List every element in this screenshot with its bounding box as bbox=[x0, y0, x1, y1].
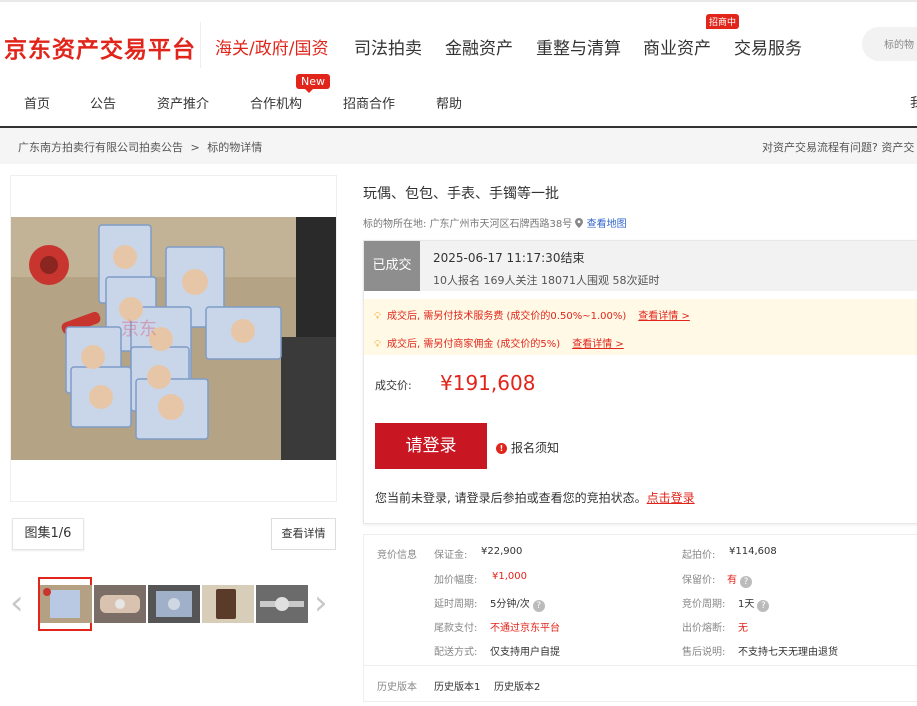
breadcrumb: 广东南方拍卖行有限公司拍卖公告 > 标的物详情 bbox=[18, 139, 262, 155]
subnav-help[interactable]: 帮助 bbox=[436, 93, 462, 112]
fee-notice-1-text: 成交后, 需另付技术服务费 (成交价的0.50%~1.00%) bbox=[387, 311, 627, 322]
fuse-value: 无 bbox=[738, 623, 748, 634]
top-border bbox=[0, 0, 917, 2]
gallery-counter: 图集1/6 bbox=[12, 518, 84, 550]
increment-value: ¥1,000 bbox=[492, 571, 527, 582]
bid-info-section-label: 竞价信息 bbox=[377, 550, 417, 561]
delay-label: 延时周期: bbox=[434, 599, 478, 610]
thumbnail-2[interactable] bbox=[94, 585, 146, 623]
bid-period-value-text: 1天 bbox=[738, 599, 755, 610]
map-pin-icon bbox=[575, 218, 584, 228]
reserve-label: 保留价: bbox=[682, 575, 716, 586]
login-tip-text: 您当前未登录, 请登录后参拍或查看您的竞拍状态。 bbox=[375, 491, 647, 505]
auction-stats: 10人报名 169人关注 18071人围观 58次延时 bbox=[433, 274, 660, 287]
reserve-value: 有? bbox=[727, 571, 752, 588]
recruit-badge: 招商中 bbox=[706, 14, 740, 29]
fee-notice-1: 💡︎ 成交后, 需另付技术服务费 (成交价的0.50%~1.00%) 查看详情 > bbox=[374, 307, 690, 322]
view-map-link[interactable]: 查看地图 bbox=[587, 219, 627, 230]
svg-text:京东: 京东 bbox=[121, 319, 157, 340]
new-badge: New bbox=[296, 74, 330, 93]
location-label: 标的物所在地: bbox=[363, 219, 427, 230]
fee-notice-1-link[interactable]: 查看详情 > bbox=[638, 311, 690, 322]
deposit-label: 保证金: bbox=[434, 550, 468, 561]
breadcrumb-separator: > bbox=[190, 141, 200, 154]
increment-label: 加价幅度: bbox=[434, 575, 478, 586]
site-logo[interactable]: 京东资产交易平台 bbox=[4, 30, 196, 64]
subnav-announcements[interactable]: 公告 bbox=[90, 93, 116, 112]
chevron-left-icon[interactable]: ‹ bbox=[10, 586, 24, 620]
nav-judicial-auction[interactable]: 司法拍卖 bbox=[354, 34, 422, 59]
aftersale-label: 售后说明: bbox=[682, 647, 726, 658]
thumbnail-1[interactable] bbox=[40, 585, 92, 623]
subnav-investment[interactable]: 招商合作 bbox=[343, 93, 395, 112]
item-location: 标的物所在地: 广东广州市天河区石牌西路38号 查看地图 bbox=[363, 215, 627, 230]
subnav-partners[interactable]: 合作机构 bbox=[250, 93, 302, 112]
nav-financial-assets[interactable]: 金融资产 bbox=[445, 34, 513, 59]
thumbnail-4[interactable] bbox=[202, 585, 254, 623]
thumbnail-3[interactable] bbox=[148, 585, 200, 623]
lightbulb-icon: 💡︎ bbox=[374, 311, 381, 322]
deal-price: ¥191,608 bbox=[440, 371, 536, 395]
deal-price-label: 成交价: bbox=[375, 379, 412, 392]
delay-value: 5分钟/次? bbox=[490, 595, 545, 612]
item-title: 玩偶、包包、手表、手镯等一批 bbox=[363, 186, 559, 202]
deposit-value: ¥22,900 bbox=[481, 546, 523, 557]
subnav-asset-promotion[interactable]: 资产推介 bbox=[157, 93, 209, 112]
my-account-link[interactable]: 我 bbox=[910, 92, 917, 111]
delivery-value: 仅支持用户自提 bbox=[490, 647, 560, 658]
search-input[interactable]: 标的物 bbox=[862, 27, 917, 61]
lightbulb-icon: 💡︎ bbox=[374, 339, 381, 350]
bid-period-label: 竞价周期: bbox=[682, 599, 726, 610]
bid-period-value: 1天? bbox=[738, 595, 770, 612]
exclamation-icon: ! bbox=[496, 443, 507, 454]
click-login-link[interactable]: 点击登录 bbox=[647, 491, 695, 505]
help-icon[interactable]: ? bbox=[532, 600, 545, 612]
balance-label: 尾款支付: bbox=[434, 623, 478, 634]
registration-notice-link[interactable]: ! 报名须知 bbox=[496, 439, 559, 456]
login-tip: 您当前未登录, 请登录后参拍或查看您的竞拍状态。点击登录 bbox=[375, 489, 695, 506]
nav-trade-services[interactable]: 交易服务 bbox=[734, 34, 802, 59]
thumbnail-5[interactable] bbox=[256, 585, 308, 623]
subnav-home[interactable]: 首页 bbox=[24, 93, 50, 112]
delay-value-text: 5分钟/次 bbox=[490, 599, 530, 610]
breadcrumb-parent[interactable]: 广东南方拍卖行有限公司拍卖公告 bbox=[18, 141, 183, 154]
status-badge: 已成交 bbox=[364, 241, 420, 291]
nav-restructuring[interactable]: 重整与清算 bbox=[536, 34, 621, 59]
chevron-right-icon[interactable]: › bbox=[314, 586, 328, 620]
registration-notice-label: 报名须知 bbox=[511, 441, 560, 455]
delivery-label: 配送方式: bbox=[434, 647, 478, 658]
fuse-label: 出价熔断: bbox=[682, 623, 726, 634]
fee-notice-2: 💡︎ 成交后, 需另付商家佣金 (成交价的5%) 查看详情 > bbox=[374, 335, 624, 350]
main-image[interactable]: 京东 bbox=[11, 217, 336, 460]
balance-value: 不通过京东平台 bbox=[490, 623, 560, 634]
help-icon[interactable]: ? bbox=[740, 576, 752, 588]
gallery-detail-button[interactable]: 查看详情 bbox=[271, 518, 336, 550]
fee-notice-2-link[interactable]: 查看详情 > bbox=[572, 339, 624, 350]
history-divider bbox=[364, 665, 917, 666]
history-version-2[interactable]: 历史版本2 bbox=[494, 678, 540, 693]
history-version-1[interactable]: 历史版本1 bbox=[434, 678, 480, 693]
help-icon[interactable]: ? bbox=[757, 600, 770, 612]
nav-commercial-assets[interactable]: 商业资产 bbox=[643, 34, 711, 59]
breadcrumb-current: 标的物详情 bbox=[207, 141, 263, 154]
login-button[interactable]: 请登录 bbox=[375, 423, 487, 469]
process-help-link[interactable]: 对资产交易流程有问题? 资产交 bbox=[762, 139, 914, 155]
header-divider bbox=[200, 22, 201, 68]
nav-customs-government[interactable]: 海关/政府/国资 bbox=[215, 34, 328, 59]
end-time: 2025-06-17 11:17:30结束 bbox=[433, 251, 585, 265]
location-value: 广东广州市天河区石牌西路38号 bbox=[429, 219, 573, 230]
reserve-value-text: 有 bbox=[727, 575, 737, 586]
aftersale-value: 不支持七天无理由退货 bbox=[738, 647, 838, 658]
fee-notice-2-text: 成交后, 需另付商家佣金 (成交价的5%) bbox=[387, 339, 561, 350]
start-price-label: 起拍价: bbox=[682, 550, 716, 561]
start-price-value: ¥114,608 bbox=[729, 546, 777, 557]
history-label: 历史版本 bbox=[377, 682, 417, 693]
